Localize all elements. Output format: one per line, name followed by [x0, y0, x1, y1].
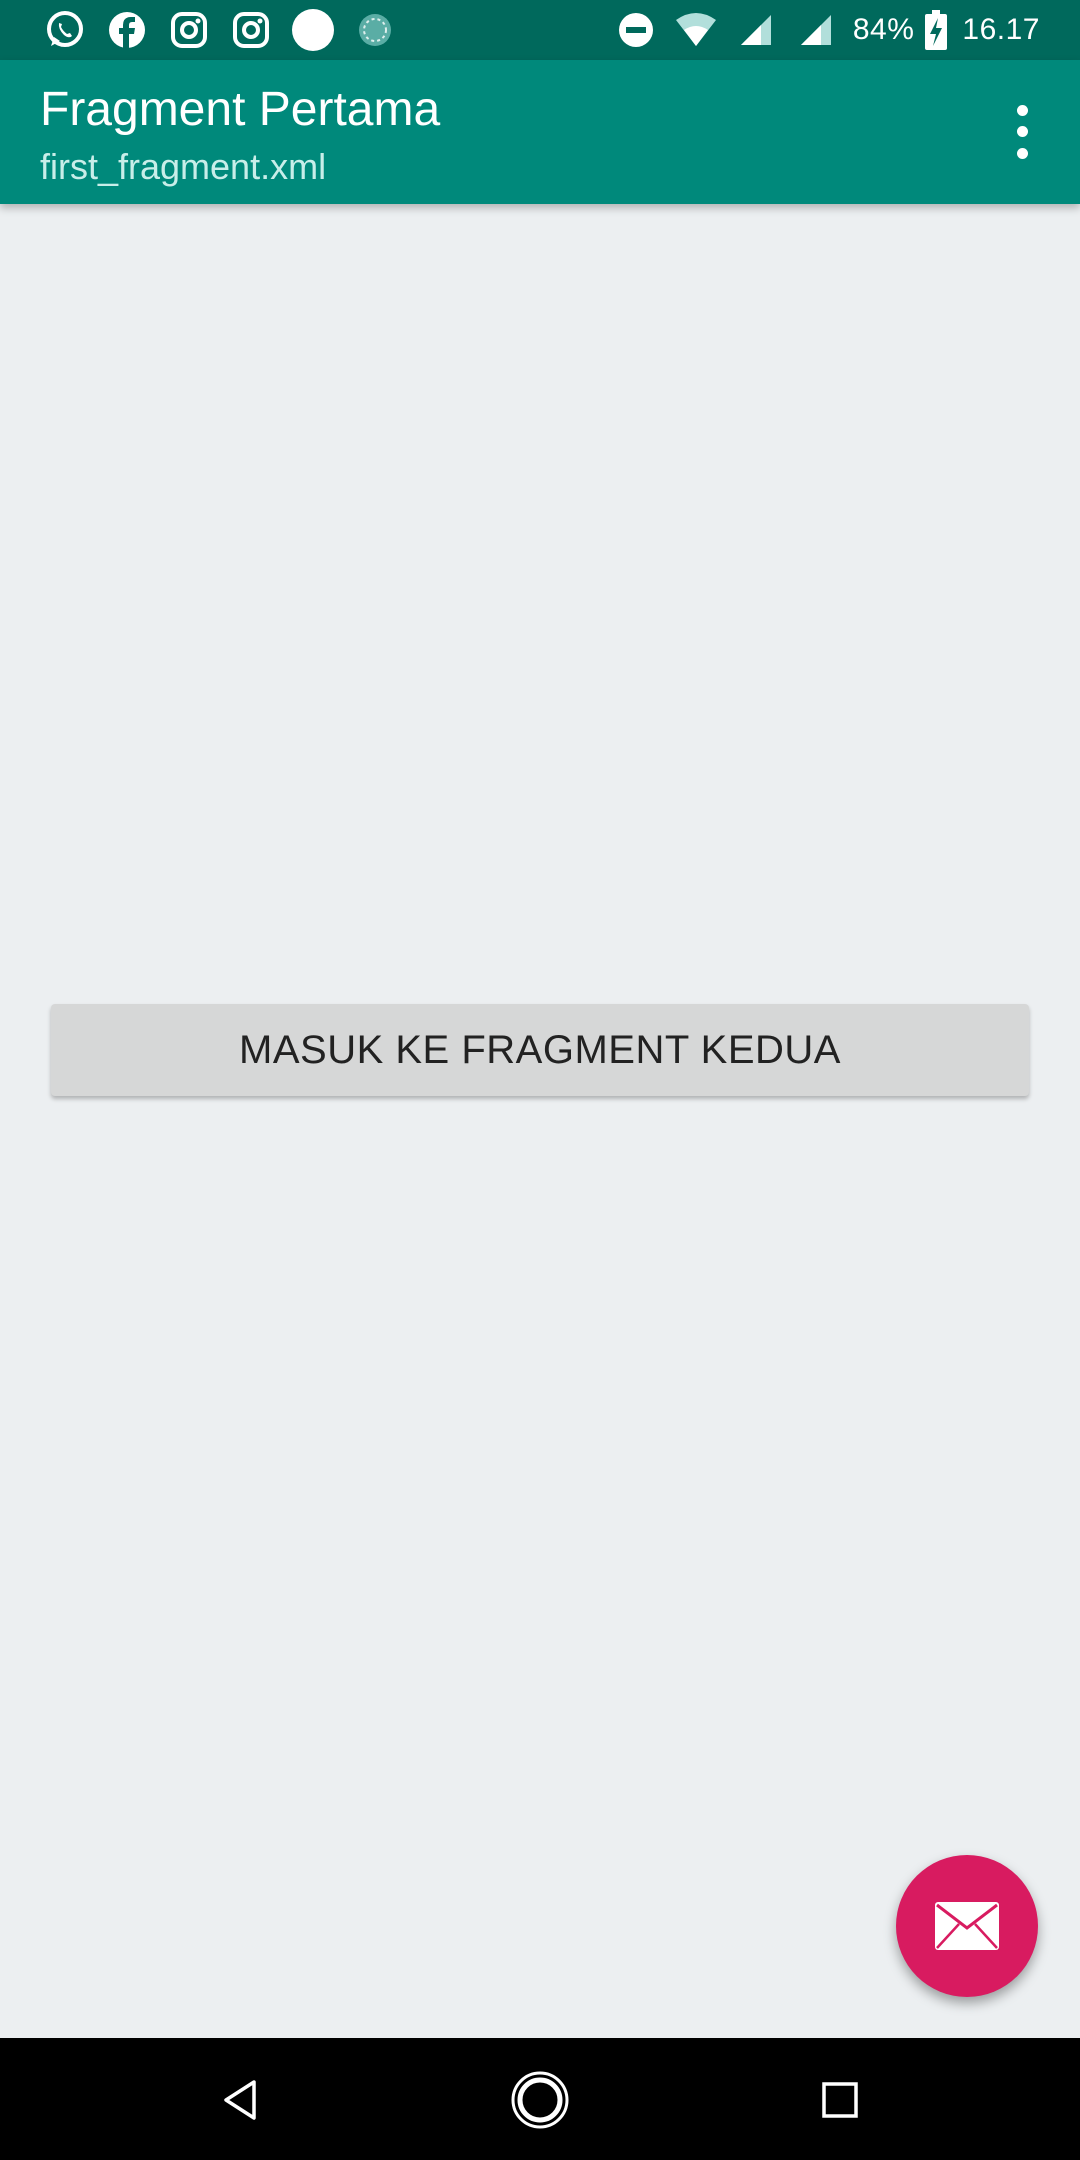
menu-dot	[1016, 105, 1028, 117]
menu-dot	[1016, 126, 1028, 138]
navigation-bar	[0, 2038, 1080, 2160]
loading-icon	[352, 7, 398, 53]
system-icons: 84% 16.17	[599, 7, 1040, 53]
battery-percentage: 84%	[852, 13, 915, 46]
clock: 16.17	[962, 13, 1040, 46]
instagram-icon	[228, 7, 274, 53]
recents-icon[interactable]	[808, 2068, 872, 2132]
menu-dot	[1016, 147, 1028, 159]
facebook-icon	[104, 7, 150, 53]
fab-button[interactable]	[896, 1855, 1038, 1997]
whatsapp-icon	[42, 7, 88, 53]
back-icon[interactable]	[208, 2068, 272, 2132]
wifi-icon	[673, 7, 719, 53]
screen: 84% 16.17 Fragment Pertama first_fragmen…	[0, 0, 1080, 2160]
go-to-second-fragment-button[interactable]: MASUK KE FRAGMENT KEDUA	[51, 1004, 1029, 1096]
mail-icon	[935, 1902, 999, 1950]
instagram-icon	[166, 7, 212, 53]
home-icon[interactable]	[508, 2068, 572, 2132]
page-title: Fragment Pertama	[40, 83, 441, 136]
circle-icon	[290, 7, 336, 53]
battery-charging-icon	[924, 7, 948, 53]
status-bar: 84% 16.17	[0, 0, 1080, 60]
more-vert-icon[interactable]	[994, 100, 1050, 164]
notification-icons	[42, 7, 414, 53]
signal-icon	[733, 7, 779, 53]
page-subtitle: first_fragment.xml	[40, 146, 327, 187]
signal-icon	[793, 7, 839, 53]
fragment-content: MASUK KE FRAGMENT KEDUA	[0, 204, 1080, 2038]
do-not-disturb-icon	[613, 7, 659, 53]
app-bar: Fragment Pertama first_fragment.xml	[0, 60, 1080, 204]
